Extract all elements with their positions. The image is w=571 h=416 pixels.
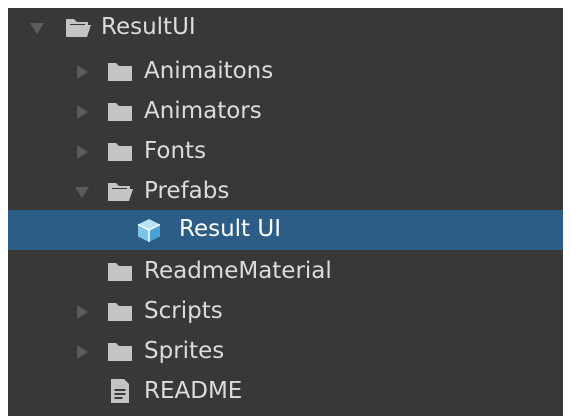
collapse-arrow-icon[interactable] [77,145,88,159]
tree-item-label: Prefabs [144,178,230,204]
tree-item-result-ui[interactable]: Result UI [8,210,563,250]
tree-item-sprites[interactable]: Sprites [8,332,563,372]
folder-icon [108,343,132,361]
tree-item-prefabs[interactable]: Prefabs [8,172,563,212]
tree-item-label: Fonts [144,138,207,164]
tree-item-label: ResultUI [101,14,196,40]
folder-icon [108,263,132,281]
folder-icon [108,103,132,121]
collapse-arrow-icon[interactable] [77,305,88,319]
tree-item-label: ReadmeMaterial [144,258,332,284]
collapse-arrow-icon[interactable] [77,345,88,359]
tree-item-label: README [144,378,243,404]
tree-item-fonts[interactable]: Fonts [8,132,563,172]
tree-item-readmematerial[interactable]: ReadmeMaterial [8,252,563,292]
tree-item-resultui[interactable]: ResultUI [8,8,563,48]
folder-open-icon [108,183,133,201]
folder-icon [108,63,132,81]
expand-arrow-icon[interactable] [75,187,89,198]
stage: ResultUI Animaitons Animators Fonts Pref… [0,0,571,416]
collapse-arrow-icon[interactable] [77,105,88,119]
document-icon [111,379,129,403]
tree-item-readme[interactable]: README [8,372,563,412]
project-tree-panel: ResultUI Animaitons Animators Fonts Pref… [8,8,563,416]
tree-item-label: Result UI [179,216,281,242]
folder-open-icon [66,19,91,37]
tree-item-label: Animaitons [144,58,274,84]
expand-arrow-icon[interactable] [30,23,44,34]
collapse-arrow-icon[interactable] [77,65,88,79]
folder-icon [108,143,132,161]
tree-item-animaitons[interactable]: Animaitons [8,52,563,92]
tree-item-label: Animators [144,98,262,124]
tree-item-label: Scripts [144,298,223,324]
tree-item-animators[interactable]: Animators [8,92,563,132]
folder-icon [108,303,132,321]
prefab-cube-icon [137,219,161,242]
tree-item-scripts[interactable]: Scripts [8,292,563,332]
tree-item-label: Sprites [144,338,225,364]
